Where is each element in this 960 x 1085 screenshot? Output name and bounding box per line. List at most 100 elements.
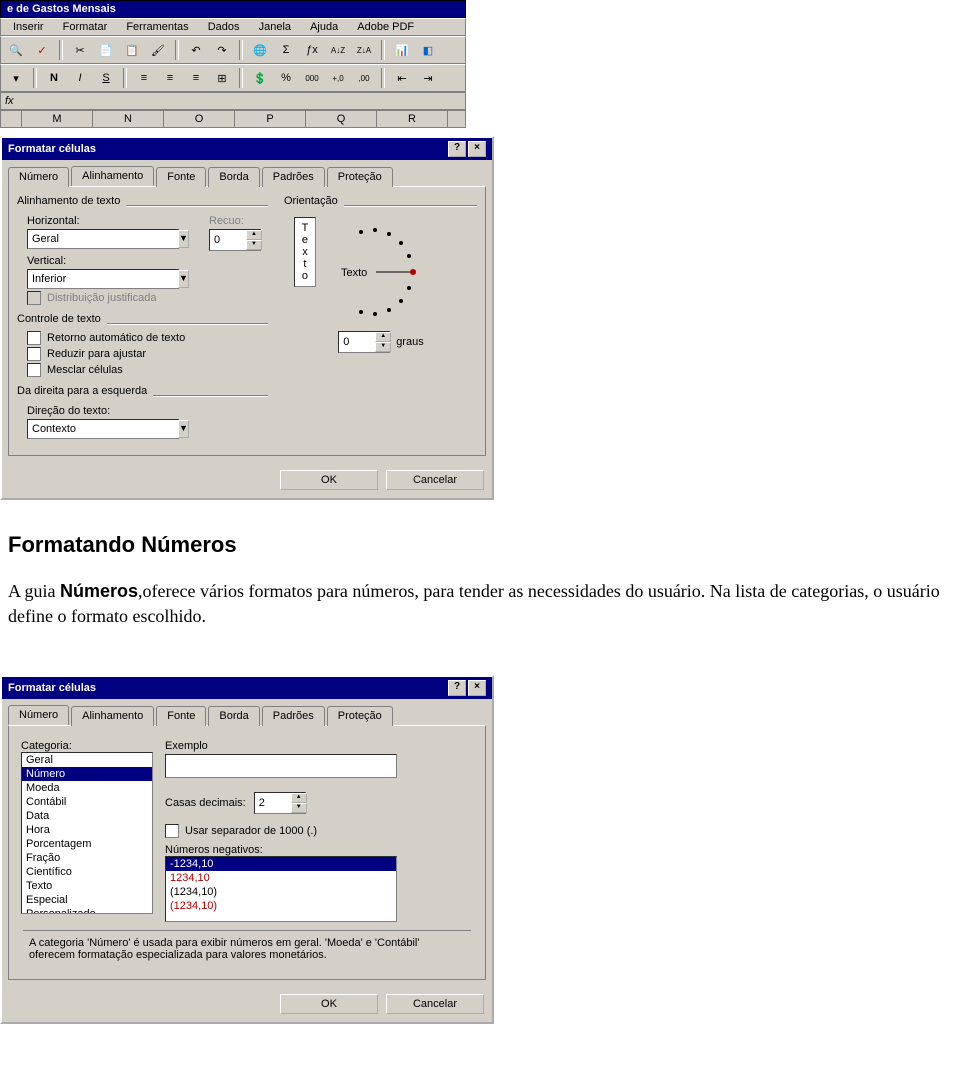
menu-inserir[interactable]: Inserir [5,19,52,35]
tab-borda[interactable]: Borda [208,167,259,187]
list-item[interactable]: Fração [22,851,152,865]
font-dropdown-icon[interactable]: ▾ [5,67,27,89]
print-preview-icon[interactable]: 🔍 [5,39,27,61]
cancel-button[interactable]: Cancelar [386,470,484,490]
tab-numero[interactable]: Número [8,167,69,187]
list-item[interactable]: Data [22,809,152,823]
function-icon[interactable]: ƒx [301,39,323,61]
spin-down-icon[interactable]: ▼ [246,240,262,250]
percent-icon[interactable]: % [275,67,297,89]
spin-down-icon[interactable]: ▼ [375,342,391,352]
col-header-q[interactable]: Q [306,111,377,127]
spin-degrees[interactable]: ▲ ▼ [338,331,390,353]
checkbox-icon[interactable] [165,824,179,838]
undo-icon[interactable]: ↶ [185,39,207,61]
spin-up-icon[interactable]: ▲ [375,332,391,342]
spin-up-icon[interactable]: ▲ [291,793,307,803]
align-left-icon[interactable]: ≡ [133,67,155,89]
menu-adobe-pdf[interactable]: Adobe PDF [349,19,422,35]
list-item[interactable]: Hora [22,823,152,837]
combo-text-direction-input[interactable] [28,421,178,437]
redo-icon[interactable]: ↷ [211,39,233,61]
combo-horizontal-input[interactable] [28,231,178,247]
checkbox-thousands-separator[interactable]: Usar separador de 1000 (.) [165,824,473,838]
increase-indent-icon[interactable]: ⇥ [417,67,439,89]
list-item[interactable]: Científico [22,865,152,879]
menu-ferramentas[interactable]: Ferramentas [118,19,196,35]
help-button[interactable]: ? [448,680,466,696]
cancel-button[interactable]: Cancelar [386,994,484,1014]
italic-icon[interactable]: I [69,67,91,89]
vertical-text-button[interactable]: Texto [294,217,316,287]
bold-icon[interactable]: N [43,67,65,89]
list-item[interactable]: Número [22,767,152,781]
menu-janela[interactable]: Janela [251,19,299,35]
col-header-m[interactable]: M [22,111,93,127]
decrease-decimal-icon[interactable]: ,00 [353,67,375,89]
spin-down-icon[interactable]: ▼ [291,803,307,813]
sort-desc-icon[interactable]: Z↓A [353,39,375,61]
comma-icon[interactable]: 000 [301,67,323,89]
checkbox-icon[interactable] [27,331,41,345]
col-header-o[interactable]: O [164,111,235,127]
col-header-n[interactable]: N [93,111,164,127]
list-item[interactable]: Porcentagem [22,837,152,851]
spin-indent-input[interactable] [210,232,246,248]
increase-decimal-icon[interactable]: +,0 [327,67,349,89]
chevron-down-icon[interactable]: ▼ [178,420,189,438]
merge-center-icon[interactable]: ⊞ [211,67,233,89]
ok-button[interactable]: OK [280,470,378,490]
list-item[interactable]: Contábil [22,795,152,809]
autosum-icon[interactable]: Σ [275,39,297,61]
list-item[interactable]: (1234,10) [166,885,396,899]
tab-alinhamento[interactable]: Alinhamento [71,706,154,726]
menu-ajuda[interactable]: Ajuda [302,19,346,35]
tab-protecao[interactable]: Proteção [327,706,393,726]
list-item[interactable]: Moeda [22,781,152,795]
combo-text-direction[interactable]: ▼ [27,419,179,439]
spin-indent[interactable]: ▲ ▼ [209,229,261,251]
col-header-p[interactable]: P [235,111,306,127]
tab-fonte[interactable]: Fonte [156,167,206,187]
list-item[interactable]: (1234,10) [166,899,396,913]
tab-padroes[interactable]: Padrões [262,167,325,187]
chevron-down-icon[interactable]: ▼ [178,230,189,248]
combo-horizontal[interactable]: ▼ [27,229,179,249]
list-item[interactable]: Personalizado [22,907,152,914]
tab-alinhamento[interactable]: Alinhamento [71,166,154,186]
checkbox-merge-cells[interactable]: Mesclar células [27,363,268,377]
list-item[interactable]: Especial [22,893,152,907]
sort-asc-icon[interactable]: A↓Z [327,39,349,61]
align-right-icon[interactable]: ≡ [185,67,207,89]
drawing-icon[interactable]: ◧ [417,39,439,61]
tab-fonte[interactable]: Fonte [156,706,206,726]
chart-icon[interactable]: 📊 [391,39,413,61]
hyperlink-icon[interactable]: 🌐 [249,39,271,61]
checkbox-shrink-to-fit[interactable]: Reduzir para ajustar [27,347,268,361]
tab-protecao[interactable]: Proteção [327,167,393,187]
ok-button[interactable]: OK [280,994,378,1014]
currency-icon[interactable]: 💲 [249,67,271,89]
list-negative-numbers[interactable]: -1234,10 1234,10 (1234,10) (1234,10) [165,856,397,922]
align-center-icon[interactable]: ≡ [159,67,181,89]
checkbox-icon[interactable] [27,363,41,377]
menu-dados[interactable]: Dados [200,19,248,35]
chevron-down-icon[interactable]: ▼ [178,270,189,288]
checkbox-icon[interactable] [27,347,41,361]
orientation-dial[interactable]: Texto [326,217,436,327]
tab-padroes[interactable]: Padrões [262,706,325,726]
decrease-indent-icon[interactable]: ⇤ [391,67,413,89]
underline-icon[interactable]: S [95,67,117,89]
spin-decimals-input[interactable] [255,795,291,811]
list-item[interactable]: Geral [22,753,152,767]
format-painter-icon[interactable]: 🖌 [147,39,169,61]
close-button[interactable]: × [468,141,486,157]
col-header-r[interactable]: R [377,111,448,127]
close-button[interactable]: × [468,680,486,696]
tab-numero[interactable]: Número [8,705,69,725]
spellcheck-icon[interactable]: ✓ [31,39,53,61]
paste-icon[interactable]: 📋 [121,39,143,61]
copy-icon[interactable]: 📄 [95,39,117,61]
spin-degrees-input[interactable] [339,334,375,350]
corner-cell[interactable] [1,111,22,127]
